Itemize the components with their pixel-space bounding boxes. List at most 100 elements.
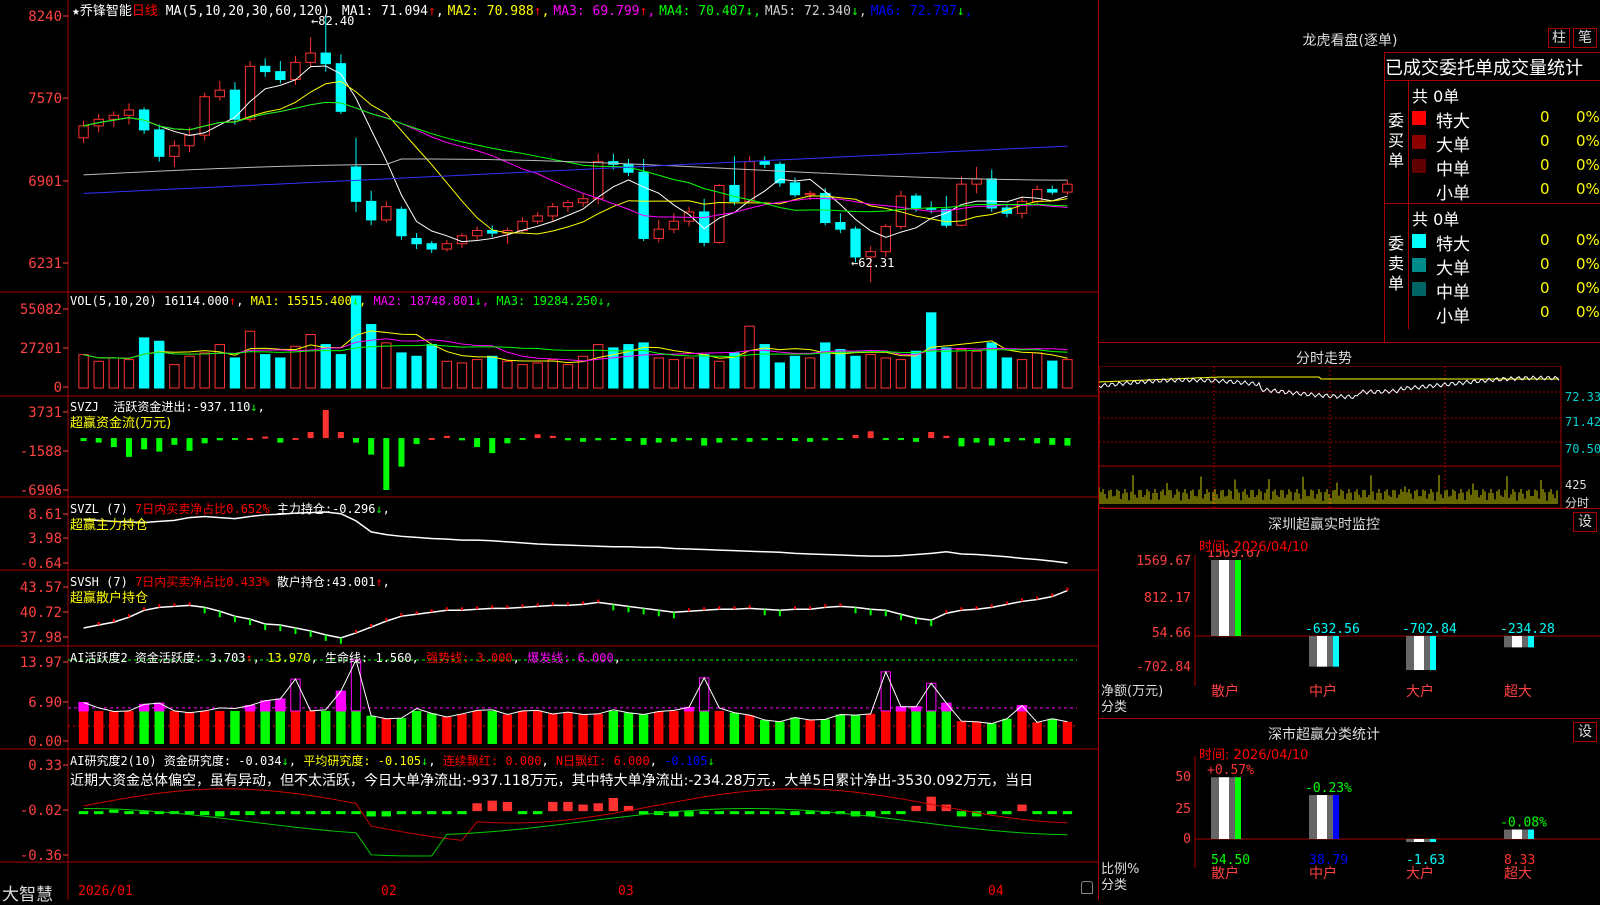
price-low-mark: ←62.31	[851, 256, 895, 270]
activity-bar	[245, 710, 255, 744]
candle	[971, 178, 982, 185]
order-color-swatch	[1412, 306, 1426, 320]
order-percent: 0%	[1576, 156, 1600, 174]
money-flow-bar	[867, 431, 874, 439]
research-bar	[366, 811, 376, 817]
tab-pen-view[interactable]: 笔	[1573, 28, 1597, 48]
money-flow-bar	[776, 438, 783, 441]
bar-category-label: 超大	[1504, 684, 1532, 700]
sz-monitor-settings-button[interactable]: 设	[1573, 512, 1597, 532]
date-label-apr: 04	[988, 884, 1004, 899]
activity-bar	[366, 715, 376, 744]
activity-bar	[305, 710, 316, 744]
svsh-sub: 超赢散户持仓	[70, 591, 149, 606]
research-bar	[381, 811, 391, 817]
volume-bar	[229, 357, 241, 389]
bar-highlight	[1414, 636, 1424, 671]
y-axis-label: -0.36	[20, 848, 62, 864]
research-bar	[502, 801, 513, 812]
star-icon[interactable]: ★	[72, 4, 80, 19]
volume-bar	[1001, 357, 1013, 389]
ai-active-header: AI活跃度2 资金活跃度: 3.703↑, 13.970, 生命线: 1.560…	[70, 651, 621, 665]
research-bar	[684, 811, 694, 817]
bar-axis-label: 0	[1183, 832, 1191, 847]
candle	[774, 163, 786, 184]
volume-bar	[123, 359, 135, 389]
activity-bar	[442, 716, 452, 744]
money-flow-bar	[322, 410, 329, 439]
y-axis-label: -0.64	[20, 556, 62, 572]
money-flow-bar	[474, 438, 481, 448]
candle	[1016, 200, 1028, 214]
activity-bar	[199, 710, 210, 744]
activity-bar	[623, 712, 634, 744]
money-flow-bar	[1064, 438, 1071, 446]
order-size-label: 小单	[1436, 307, 1470, 327]
research-bar	[638, 811, 649, 815]
money-flow-bar	[504, 438, 511, 444]
activity-bar	[850, 715, 861, 744]
y-axis-label: 55082	[20, 302, 62, 318]
tab-bar-view[interactable]: 柱	[1548, 28, 1570, 48]
activity-bar	[805, 719, 815, 744]
activity-bar	[563, 712, 573, 744]
money-flow-bar	[337, 432, 344, 439]
candle	[653, 228, 664, 239]
intraday-vol-label: 425	[1565, 478, 1587, 492]
activity-bar	[139, 710, 149, 744]
intraday-chart[interactable]	[1099, 366, 1600, 508]
money-flow-bar	[943, 435, 950, 439]
money-flow-bar	[822, 438, 829, 441]
money-flow-bar	[443, 435, 450, 439]
research-bar	[396, 811, 407, 815]
candle	[986, 178, 997, 209]
y-axis-label: 40.72	[20, 605, 62, 621]
money-flow-bar	[141, 438, 148, 450]
research-bar	[94, 811, 104, 815]
order-percent: 0%	[1576, 132, 1600, 150]
volume-bar	[365, 324, 377, 389]
order-size-label: 大单	[1436, 259, 1470, 279]
activity-bar	[532, 710, 543, 744]
category-bar	[1309, 795, 1339, 839]
period-label[interactable]: 日线	[132, 4, 158, 19]
volume-bar	[956, 349, 967, 389]
order-row: 特大 0 0%	[1412, 230, 1600, 255]
money-flow-bar	[640, 438, 647, 445]
y-axis-label: -0.02	[20, 803, 62, 819]
activity-bar	[124, 710, 134, 744]
bar-value-label: -0.08%	[1500, 816, 1547, 831]
money-flow-bar	[489, 438, 496, 454]
activity-bar	[911, 710, 921, 744]
volume-bar	[169, 364, 180, 389]
volume-bar	[941, 347, 952, 389]
money-flow-bar	[564, 438, 571, 441]
lock-icon[interactable]	[1081, 881, 1093, 894]
research-bar	[487, 800, 497, 812]
activity-peak	[335, 690, 347, 712]
activity-bar	[321, 710, 331, 744]
y-axis-label: 6231	[28, 256, 62, 272]
y-axis-label: 13.97	[20, 655, 62, 671]
bar-highlight	[1219, 560, 1229, 636]
money-flow-bar	[549, 435, 556, 439]
vol-header: VOL(5,10,20) 16114.000↑, MA1: 15515.400↓…	[70, 294, 612, 308]
activity-bar	[865, 713, 876, 744]
research-bar	[956, 811, 967, 817]
ma-legend-item: MA4: 70.407↓,	[659, 4, 761, 19]
volume-bar	[638, 342, 649, 389]
money-flow-bar	[852, 435, 859, 439]
candle	[381, 206, 392, 221]
y-axis-label: 0	[54, 380, 62, 396]
money-flow-bar	[519, 438, 526, 441]
volume-bar	[396, 352, 407, 389]
candle	[229, 89, 241, 120]
ai-research-header: AI研究度2(10) 资金研究度: -0.034↓, 平均研究度: -0.105…	[70, 754, 715, 768]
volume-bar	[744, 325, 755, 389]
activity-bar	[578, 714, 588, 744]
sz-class-settings-button[interactable]: 设	[1573, 722, 1597, 742]
research-bar	[563, 801, 573, 812]
money-flow-bar	[791, 438, 798, 442]
bar-value-label: 1569.67	[1207, 550, 1262, 561]
y-axis-label: 3731	[28, 405, 62, 421]
